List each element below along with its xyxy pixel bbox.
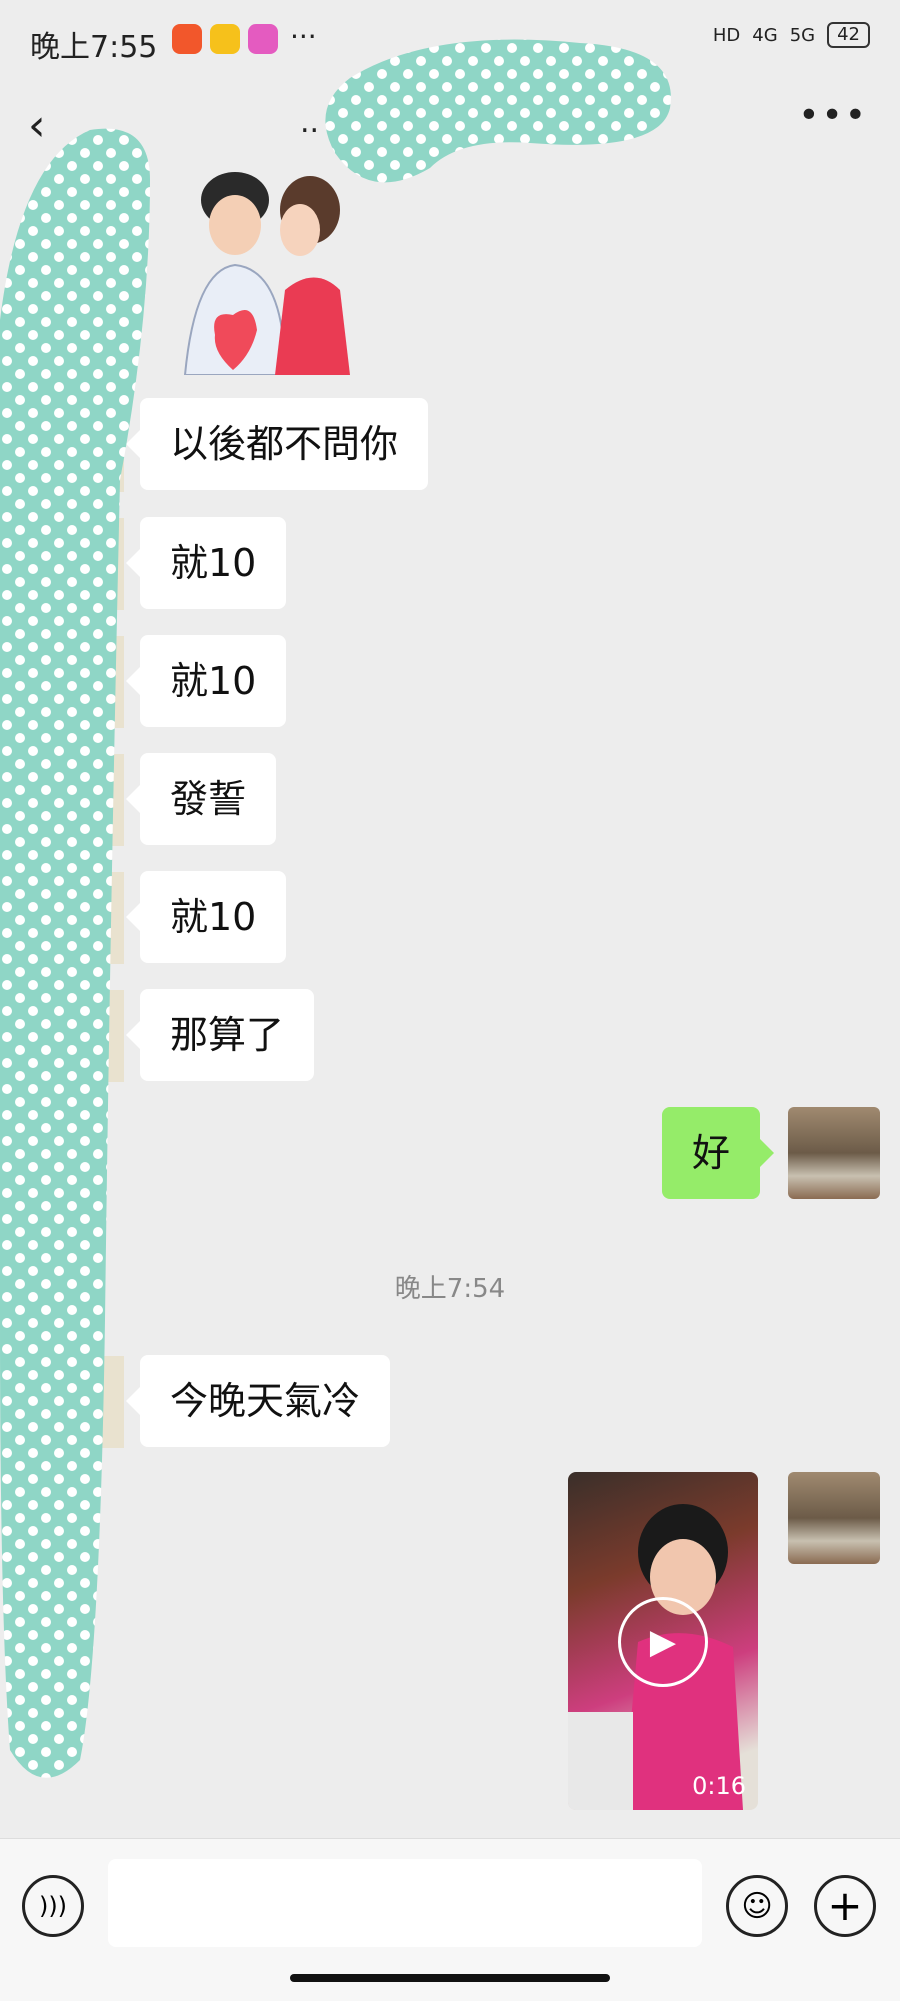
voice-icon[interactable]: ))) [22,1875,84,1937]
my-avatar[interactable] [788,1107,880,1199]
redaction-mark [325,39,671,183]
message-bubble[interactable]: 今晚天氣冷 [125,1355,391,1447]
network-5g: 5G [789,24,816,46]
battery-indicator: 42 [827,22,870,48]
status-right: HD 4G 5G 42 [713,22,870,48]
video-message[interactable]: ▶ 0:16 [568,1472,758,1810]
message-bubble[interactable]: 發誓 [125,753,277,845]
home-indicator [290,1974,610,1982]
message-bubble[interactable]: 以後都不問你 [125,398,429,490]
more-icon[interactable]: ••• [798,95,868,136]
message-bubble[interactable]: 就10 [125,517,287,609]
app-icon [172,24,202,54]
app-icon [248,24,278,54]
couple-sticker[interactable] [165,170,375,375]
emoji-icon[interactable]: ☺ [726,1875,788,1937]
status-time: 晚上7:55 [30,30,158,65]
my-message-bubble[interactable]: 好 [661,1107,775,1199]
hd-indicator: HD [712,24,741,46]
app-icon [210,24,240,54]
my-avatar[interactable] [788,1472,880,1564]
plus-icon[interactable]: + [814,1875,876,1937]
network-4g: 4G [752,24,778,46]
redaction-mark [0,128,150,1778]
play-icon[interactable]: ▶ [618,1597,708,1687]
message-bubble[interactable]: 就10 [125,635,287,727]
message-bubble[interactable]: 就10 [125,871,287,963]
message-bubble[interactable]: 那算了 [125,989,315,1081]
video-duration: 0:16 [692,1772,746,1800]
message-input[interactable] [108,1859,702,1947]
